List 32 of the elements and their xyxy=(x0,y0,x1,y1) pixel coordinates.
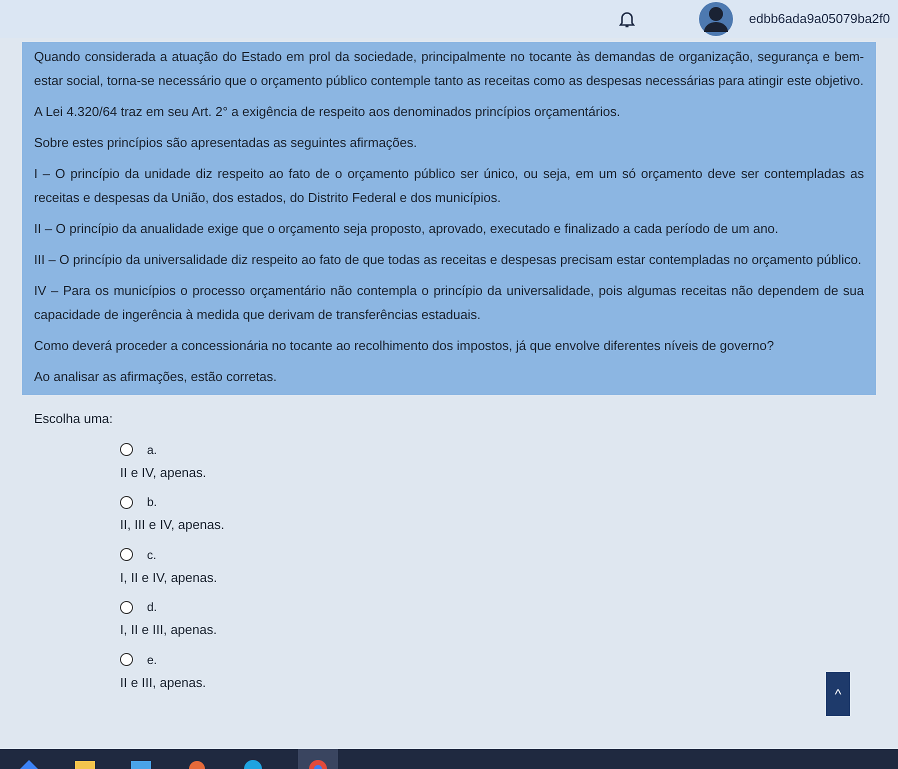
question-text: IV – Para os municípios o processo orçamentário não contempla o princípio da universalidade, pois algumas receitas não dependem de sua capacidade de ingerência à medida que derivam de transferências estaduais. xyxy=(34,282,864,324)
option-letter: e. xyxy=(147,652,158,668)
question-text: Sobre estes princípios são apresentadas as seguintes afirmações. xyxy=(34,134,418,152)
scroll-top-button[interactable]: ^ xyxy=(826,672,850,716)
option-text: II, III e IV, apenas. xyxy=(120,516,224,534)
radio-button[interactable] xyxy=(120,496,133,508)
question-text: III – O princípio da universalidade diz respeito ao fato de que todas as receitas e despesas precisam estar contempladas no orçamento público. xyxy=(34,251,862,269)
radio-button[interactable] xyxy=(120,548,133,561)
radio-button[interactable] xyxy=(120,653,133,666)
question-text: I – O princípio da unidade diz respeito ao fato de o orçamento público ser único, ou seja, em um só orçamento deve ser contempladas as receitas e despesas da União, dos estados, do Distrito Federal e dos municípios. xyxy=(34,165,864,207)
option-text: II e III, apenas. xyxy=(120,674,206,692)
radio-button[interactable] xyxy=(120,443,133,456)
option-text: I, II e IV, apenas. xyxy=(120,568,218,587)
prompt-text: Escolha uma: xyxy=(34,410,113,428)
option-text: II e IV, apenas. xyxy=(120,464,206,482)
option-letter: d. xyxy=(147,599,158,616)
browser-icon[interactable] xyxy=(242,759,264,769)
question-text: A Lei 4.320/64 traz em seu Art. 2° a exigência de respeito aos denominados princípios orçamentários. xyxy=(34,103,622,121)
user-id: edbb6ada9a05079ba2f0 xyxy=(749,10,890,28)
question-text: Quando considerada a atuação do Estado em prol da sociedade, principalmente no tocante às demandas de organização, segurança e bem-estar social, torna-se necessário que o orçamento público contemple tanto as receitas como as despesas necessárias para atingir este objetivo. xyxy=(34,48,864,90)
app-icon[interactable] xyxy=(18,759,40,769)
question-text: Como deverá proceder a concessionária no tocante ao recolhimento dos impostos, já que envolve diferentes níveis de governo? xyxy=(34,337,775,355)
radio-button[interactable] xyxy=(120,600,133,614)
bell-icon[interactable] xyxy=(619,10,636,28)
option-letter: a. xyxy=(147,442,158,458)
option-letter: b. xyxy=(147,494,158,511)
question-text: II – O princípio da anualidade exige que o orçamento seja proposto, aprovado, executado e finalizado a cada período de um ano. xyxy=(34,220,780,238)
option-text: I, II e III, apenas. xyxy=(120,621,217,639)
app-icon[interactable] xyxy=(186,759,208,769)
option-letter: c. xyxy=(147,546,156,564)
question-text: Ao analisar as afirmações, estão corretas. xyxy=(34,368,278,386)
avatar-icon[interactable] xyxy=(699,2,734,36)
